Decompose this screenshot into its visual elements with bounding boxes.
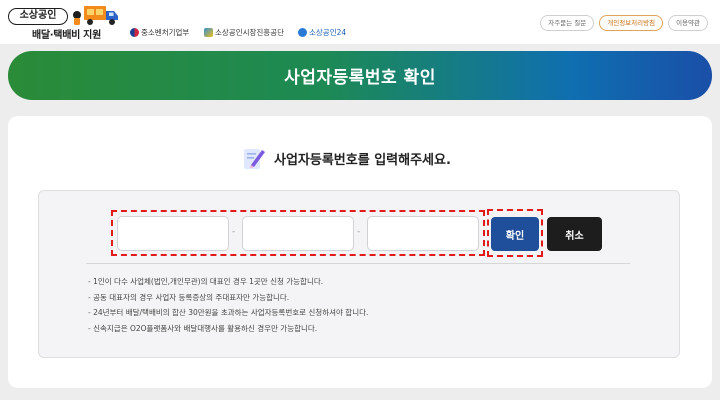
privacy-policy-link[interactable]: 개인정보처리방침 [599, 15, 664, 31]
sbiz24-logo-icon [298, 28, 307, 37]
separator: - [357, 227, 361, 237]
edit-document-icon [244, 149, 265, 169]
partner-label: 중소벤처기업부 [141, 28, 190, 37]
cancel-button[interactable]: 취소 [547, 217, 602, 251]
title-banner: 사업자등록번호 확인 [8, 51, 712, 100]
partner-label: 소상공인24 [309, 28, 347, 37]
confirm-button[interactable]: 확인 [491, 217, 539, 251]
notice-item: 24년부터 배달/택배비의 합산 30만원을 초과하는 사업자등록번호로 신청하… [88, 305, 368, 321]
truck-logo-icon [73, 6, 118, 25]
top-links: 자주묻는 질문 개인정보처리방침 이용약관 [540, 15, 708, 31]
page-title: 사업자등록번호 확인 [284, 68, 436, 88]
partner-semas: 소상공인시장진흥공단 [204, 27, 284, 38]
divider [86, 263, 630, 264]
notice-item: 1인이 다수 사업체(법인,개인무관)의 대표인 경우 1곳만 신청 가능합니다… [88, 274, 368, 290]
partner-mss: 중소벤처기업부 [130, 27, 189, 38]
business-number-part3-input[interactable] [367, 216, 479, 251]
site-header: 소상공인 배달·택배비 지원 중소벤처기업부 소상공인시장진흥공단 소상공인24… [0, 0, 720, 44]
faq-link[interactable]: 자주묻는 질문 [540, 15, 595, 31]
logo-badge[interactable]: 소상공인 [8, 8, 68, 25]
separator: - [232, 227, 236, 237]
logo-subtitle[interactable]: 배달·택배비 지원 [32, 26, 101, 41]
notice-item: 신속지급은 O2O플랫폼사와 배달대행사를 활용하신 경우만 가능합니다. [88, 321, 368, 337]
semas-logo-icon [204, 28, 213, 37]
business-number-part1-input[interactable] [117, 216, 229, 251]
mss-logo-icon [130, 28, 139, 37]
form-heading-text: 사업자등록번호를 입력해주세요. [274, 152, 451, 168]
notice-list: 1인이 다수 사업체(법인,개인무관)의 대표인 경우 1곳만 신청 가능합니다… [88, 274, 368, 336]
terms-link[interactable]: 이용약관 [668, 15, 708, 31]
notice-item: 공동 대표자의 경우 사업자 등록증상의 주대표자만 가능합니다. [88, 290, 368, 306]
partner-sbiz24: 소상공인24 [298, 27, 346, 38]
form-heading: 사업자등록번호를 입력해주세요. [242, 145, 451, 171]
business-number-part2-input[interactable] [242, 216, 354, 251]
partner-label: 소상공인시장진흥공단 [215, 28, 284, 37]
